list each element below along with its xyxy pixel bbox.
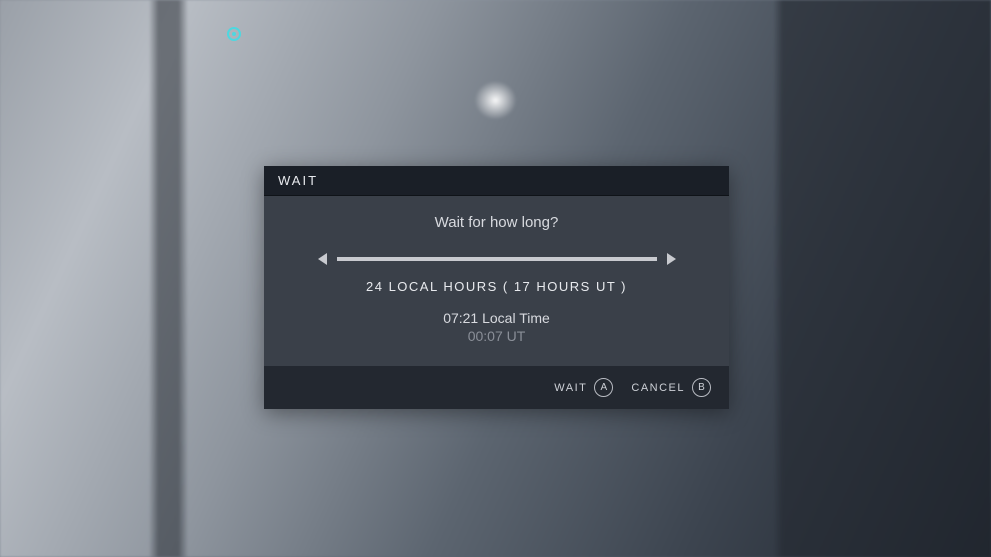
duration-slider[interactable] <box>292 253 701 265</box>
dialog-footer: WAIT A CANCEL B <box>264 366 729 409</box>
arrow-left-icon[interactable] <box>318 253 327 265</box>
ut-time: 00:07 UT <box>292 328 701 344</box>
dialog-header: WAIT <box>264 166 729 196</box>
arrow-right-icon[interactable] <box>667 253 676 265</box>
dialog-body: Wait for how long? 24 LOCAL HOURS ( 17 H… <box>264 196 729 366</box>
wait-dialog: WAIT Wait for how long? 24 LOCAL HOURS (… <box>264 166 729 409</box>
key-a-icon: A <box>594 378 613 397</box>
duration-value: 24 LOCAL HOURS ( 17 HOURS UT ) <box>292 279 701 294</box>
dialog-title: WAIT <box>278 173 715 188</box>
cancel-button[interactable]: CANCEL B <box>631 378 711 397</box>
slider-track[interactable] <box>337 257 657 261</box>
wait-prompt: Wait for how long? <box>292 214 701 231</box>
key-b-icon: B <box>692 378 711 397</box>
hud-objective-marker <box>227 27 241 41</box>
local-time: 07:21 Local Time <box>292 310 701 326</box>
wait-button[interactable]: WAIT A <box>554 378 613 397</box>
wait-label: WAIT <box>554 382 587 394</box>
cancel-label: CANCEL <box>631 382 685 394</box>
